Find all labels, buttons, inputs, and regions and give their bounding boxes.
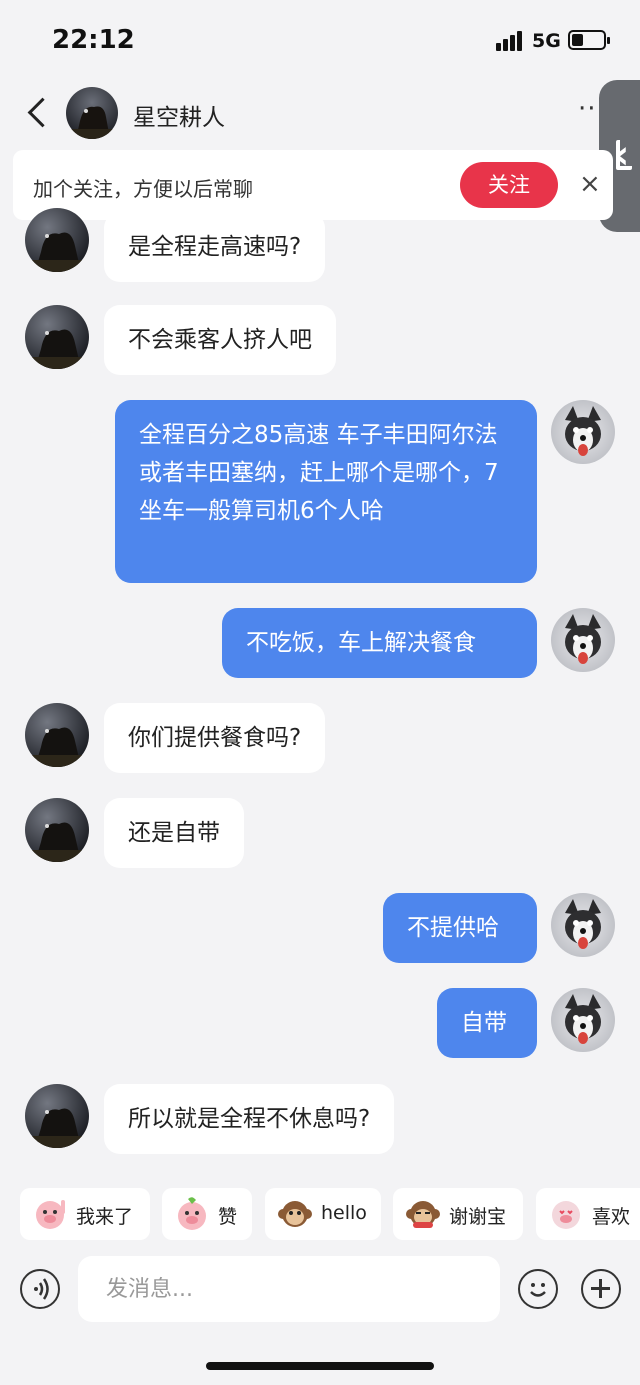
reaction-label: 我来了 (76, 1206, 134, 1228)
message-row: 你们提供餐食吗? (0, 703, 640, 773)
message-bubble[interactable]: 还是自带 (104, 798, 244, 868)
status-time: 22:12 (52, 25, 135, 55)
reaction-label: 喜欢 (592, 1206, 631, 1228)
message-row: 自带 (0, 988, 640, 1058)
home-indicator[interactable] (206, 1362, 434, 1370)
my-message-avatar[interactable] (551, 400, 615, 464)
battery-icon (568, 30, 610, 50)
message-bubble[interactable]: 所以就是全程不休息吗? (104, 1084, 395, 1154)
contact-name: 星空耕人 (133, 105, 225, 131)
my-message-avatar[interactable] (551, 608, 615, 672)
quick-reaction-bar: 我来了 赞 hello 谢谢宝 喜欢 (0, 1172, 640, 1250)
voice-input-button[interactable] (20, 1269, 60, 1309)
status-bar: 22:12 5G (0, 0, 640, 80)
reaction-label: 赞 (218, 1206, 238, 1228)
battery-level (572, 34, 583, 46)
follow-button[interactable]: 关注 (460, 162, 558, 208)
my-message-avatar[interactable] (551, 893, 615, 957)
night-sky-avatar-image (66, 87, 118, 139)
pig-heart-icon (552, 1201, 580, 1229)
reaction-chip[interactable]: 赞 (162, 1188, 252, 1240)
close-banner-button[interactable]: × (579, 169, 601, 199)
add-attachment-button[interactable] (581, 1269, 621, 1309)
pig-waving-icon (36, 1200, 65, 1229)
message-bubble[interactable]: 是全程走高速吗? (104, 212, 326, 282)
emoji-button[interactable] (518, 1269, 558, 1309)
message-row: 是全程走高速吗? (0, 208, 640, 282)
message-bubble[interactable]: 不吃饭，车上解决餐食 (222, 608, 537, 678)
reaction-label: hello (321, 1202, 367, 1224)
message-row: 还是自带 (0, 798, 640, 868)
contact-message-avatar[interactable] (25, 798, 89, 862)
smiley-icon (530, 1283, 546, 1297)
message-input[interactable] (78, 1256, 500, 1322)
message-bubble[interactable]: 你们提供餐食吗? (104, 703, 326, 773)
monkey-bow-icon (406, 1201, 440, 1228)
chevron-left-icon: ‹ (613, 132, 630, 178)
message-row: 全程百分之85高速 车子丰田阿尔法或者丰田塞纳，赶上哪个是哪个，7坐车一般算司机… (0, 400, 640, 583)
contact-message-avatar[interactable] (25, 703, 89, 767)
follow-banner: 加个关注，方便以后常聊 关注 × (13, 150, 613, 220)
reaction-label: 谢谢宝 (449, 1206, 507, 1228)
message-row: 不会乘客人挤人吧 (0, 305, 640, 375)
reaction-chip[interactable]: hello (265, 1188, 381, 1240)
network-label: 5G (532, 30, 561, 52)
reaction-chip[interactable]: 谢谢宝 (393, 1188, 523, 1240)
message-row: 所以就是全程不休息吗? (0, 1084, 640, 1154)
follow-prompt-text: 加个关注，方便以后常聊 (33, 177, 253, 201)
contact-message-avatar[interactable] (25, 208, 89, 272)
message-input-bar (0, 1250, 640, 1330)
chat-header: 星空耕人 ·· (0, 80, 640, 148)
contact-message-avatar[interactable] (25, 1084, 89, 1148)
message-row: 不提供哈 (0, 893, 640, 963)
reaction-chip[interactable]: 我来了 (20, 1188, 150, 1240)
more-options-button[interactable]: ·· (578, 94, 597, 124)
monkey-icon (278, 1201, 312, 1227)
voice-wave-icon (34, 1278, 49, 1300)
message-bubble[interactable]: 自带 (437, 988, 537, 1058)
message-row: 不吃饭，车上解决餐食 (0, 608, 640, 678)
message-bubble[interactable]: 不会乘客人挤人吧 (104, 305, 336, 375)
message-bubble[interactable]: 全程百分之85高速 车子丰田阿尔法或者丰田塞纳，赶上哪个是哪个，7坐车一般算司机… (115, 400, 537, 583)
my-message-avatar[interactable] (551, 988, 615, 1052)
pig-thumbs-up-icon (178, 1197, 206, 1230)
back-button[interactable] (22, 94, 54, 134)
message-bubble[interactable]: 不提供哈 (383, 893, 537, 963)
contact-avatar[interactable] (66, 87, 118, 139)
signal-icon (496, 31, 524, 51)
contact-message-avatar[interactable] (25, 305, 89, 369)
reaction-chip[interactable]: 喜欢 (536, 1188, 640, 1240)
